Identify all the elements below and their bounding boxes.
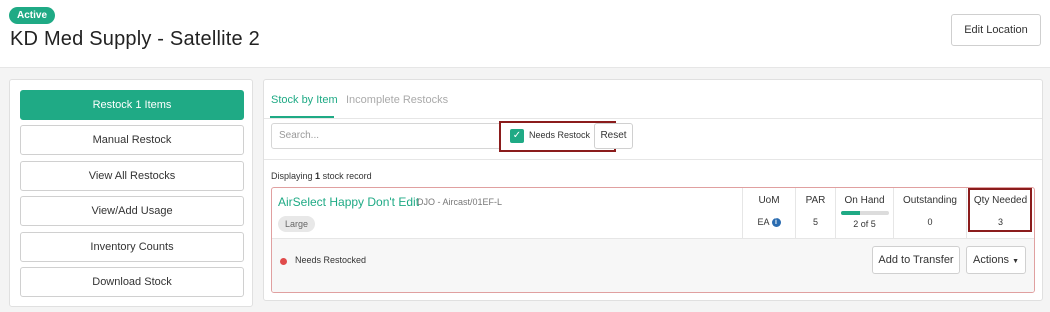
- item-size-tag: Large: [278, 216, 316, 232]
- item-name-link[interactable]: AirSelect Happy Don't Edit: [278, 195, 419, 209]
- outstanding-header: Outstanding: [903, 195, 957, 206]
- needs-restock-label: Needs Restock: [529, 130, 591, 140]
- uom-value-cell: EA i: [743, 217, 795, 228]
- uom-value: EA: [757, 217, 770, 227]
- on-hand-column: On Hand 2 of 5: [835, 188, 893, 238]
- actions-label: Actions: [972, 254, 1010, 266]
- outstanding-value: 0: [927, 217, 933, 227]
- par-header: PAR: [805, 195, 826, 206]
- on-hand-progress-fill: [841, 211, 861, 215]
- tab-incomplete-restocks[interactable]: Incomplete Restocks: [346, 94, 448, 106]
- on-hand-progress: [841, 211, 889, 215]
- stock-panel: Stock by Item Incomplete Restocks Search…: [263, 79, 1043, 301]
- inventory-counts-button[interactable]: Inventory Counts: [20, 232, 244, 262]
- edit-location-button[interactable]: Edit Location: [951, 14, 1041, 46]
- actions-dropdown-button[interactable]: Actions ▼: [966, 246, 1026, 274]
- info-icon[interactable]: i: [771, 218, 781, 228]
- view-all-restocks-button[interactable]: View All Restocks: [20, 161, 244, 191]
- stock-record: AirSelect Happy Don't Edit DJO - Aircast…: [271, 187, 1035, 293]
- page-title: KD Med Supply - Satellite 2: [10, 28, 260, 50]
- tabs-divider: [264, 118, 1042, 119]
- status-badge: Active: [9, 7, 56, 24]
- item-manufacturer: DJO - Aircast/01EF-L: [417, 197, 503, 207]
- restock-items-button[interactable]: Restock 1 Items: [20, 90, 244, 120]
- filter-divider: [264, 159, 1042, 160]
- status-dot-icon: [280, 258, 287, 265]
- reset-button[interactable]: Reset: [594, 123, 633, 149]
- on-hand-header: On Hand: [844, 195, 885, 206]
- displaying-suffix: stock record: [322, 171, 372, 181]
- stock-record-footer: Needs Restocked Add to Transfer Actions ▼: [272, 238, 1034, 292]
- stock-record-summary: AirSelect Happy Don't Edit DJO - Aircast…: [272, 188, 1034, 238]
- uom-header: UoM: [758, 195, 780, 206]
- qty-needed-highlight: [968, 188, 1032, 232]
- restock-status: Needs Restocked: [295, 255, 367, 265]
- displaying-count: 1: [315, 171, 321, 181]
- outstanding-column: Outstanding 0: [893, 188, 966, 238]
- par-value: 5: [812, 217, 818, 227]
- on-hand-value: 2 of 5: [853, 219, 876, 229]
- add-to-transfer-button[interactable]: Add to Transfer: [872, 246, 960, 274]
- page-header: Active KD Med Supply - Satellite 2 Edit …: [0, 0, 1050, 68]
- sidebar: Restock 1 Items Manual Restock View All …: [9, 79, 253, 307]
- displaying-prefix: Displaying: [271, 171, 313, 181]
- chevron-down-icon: ▼: [1012, 258, 1019, 265]
- record-count-text: Displaying 1 stock record: [271, 171, 372, 181]
- search-input[interactable]: Search...: [271, 123, 503, 149]
- needs-restock-checkbox[interactable]: ✓: [510, 129, 524, 143]
- manual-restock-button[interactable]: Manual Restock: [20, 125, 244, 155]
- par-column: PAR 5: [795, 188, 835, 238]
- uom-column: UoM EA i: [742, 188, 795, 238]
- download-stock-button[interactable]: Download Stock: [20, 267, 244, 297]
- tab-stock-by-item[interactable]: Stock by Item: [271, 94, 338, 106]
- view-add-usage-button[interactable]: View/Add Usage: [20, 196, 244, 226]
